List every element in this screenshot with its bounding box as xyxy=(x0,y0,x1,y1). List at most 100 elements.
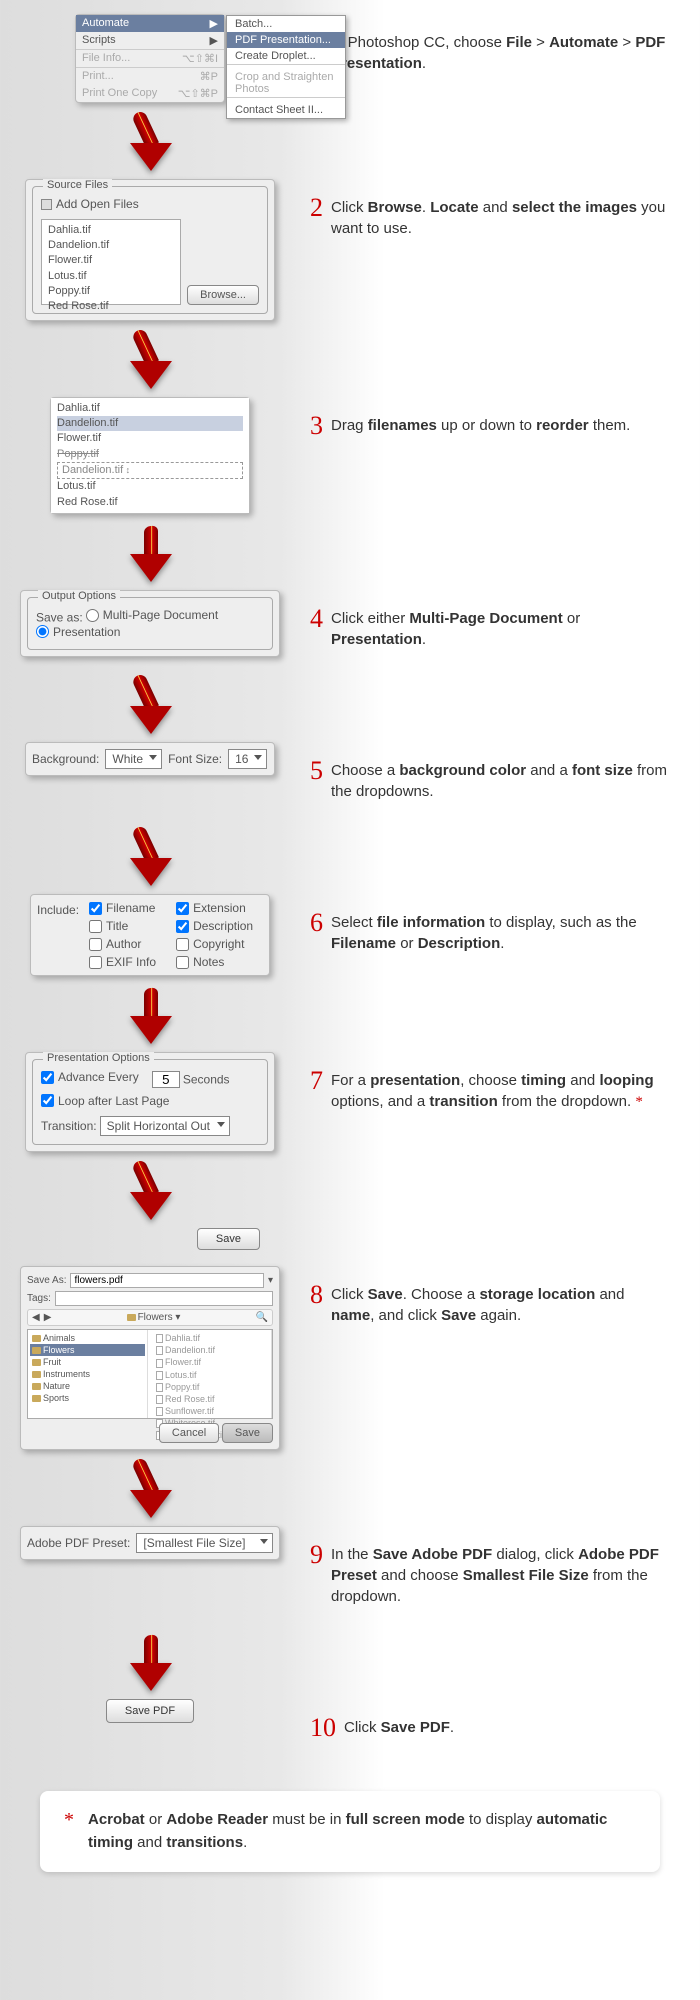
folder-row[interactable]: Animals xyxy=(30,1332,145,1344)
step-number: 9 xyxy=(310,1542,323,1568)
step5-text: Choose a background color and a font siz… xyxy=(331,758,670,802)
step-number: 2 xyxy=(310,195,323,221)
step-number: 8 xyxy=(310,1282,323,1308)
source-files-panel: Source Files Add Open Files Dahlia.tif D… xyxy=(25,179,275,321)
menu-scripts[interactable]: Scripts▶ xyxy=(76,32,224,49)
folder-icon xyxy=(32,1371,41,1378)
dropdown-icon[interactable]: ▾ xyxy=(268,1275,273,1286)
add-open-files-checkbox[interactable]: Add Open Files xyxy=(41,197,139,211)
submenu-crop-straighten: Crop and Straighten Photos xyxy=(227,69,345,97)
step1-text: In Photoshop CC, choose File > Automate … xyxy=(331,30,670,74)
file-listbox[interactable]: Dahlia.tif Dandelion.tif Flower.tif Lotu… xyxy=(41,219,181,305)
folder-row-selected[interactable]: Flowers xyxy=(30,1344,145,1356)
presentation-options-title: Presentation Options xyxy=(43,1052,154,1064)
shortcut: ⌥⇧⌘P xyxy=(178,87,218,100)
file-item: Dandelion.tif xyxy=(48,238,174,253)
fontsize-label: Font Size: xyxy=(168,752,222,766)
file-item[interactable]: Dahlia.tif xyxy=(57,401,243,416)
transition-label: Transition: xyxy=(41,1119,97,1133)
file-item[interactable]: Flower.tif xyxy=(57,431,243,446)
tags-label: Tags: xyxy=(27,1293,51,1304)
file-row: Lotus.tif xyxy=(154,1369,269,1381)
arrow-icon xyxy=(0,1635,300,1695)
pdf-preset-panel: Adobe PDF Preset: [Smallest File Size] xyxy=(20,1526,280,1560)
file-browser[interactable]: Animals Flowers Fruit Instruments Nature… xyxy=(27,1329,273,1419)
folder-row[interactable]: Fruit xyxy=(30,1356,145,1368)
presentation-options-panel: Presentation Options Advance Every Secon… xyxy=(25,1052,275,1152)
browse-button[interactable]: Browse... xyxy=(187,285,259,305)
file-item[interactable]: Red Rose.tif xyxy=(57,495,243,510)
reorder-listbox[interactable]: Dahlia.tif Dandelion.tif Flower.tif Popp… xyxy=(50,397,250,515)
footnote-star-icon: * xyxy=(635,1094,643,1110)
saveas-label: Save As: xyxy=(27,1275,66,1286)
step8-text: Click Save. Choose a storage location an… xyxy=(331,1282,670,1326)
add-open-files-label: Add Open Files xyxy=(56,197,139,211)
check-copyright[interactable]: Copyright xyxy=(176,937,253,951)
check-notes[interactable]: Notes xyxy=(176,955,253,969)
step-number: 10 xyxy=(310,1715,336,1741)
file-icon xyxy=(156,1371,163,1380)
check-author[interactable]: Author xyxy=(89,937,156,951)
save-button[interactable]: Save xyxy=(222,1423,273,1443)
file-item: Flower.tif xyxy=(48,253,174,268)
background-dropdown[interactable]: White xyxy=(105,749,162,769)
tags-input[interactable] xyxy=(55,1291,273,1306)
file-icon xyxy=(156,1346,163,1355)
save-pdf-button[interactable]: Save PDF xyxy=(106,1699,194,1723)
advance-seconds-input[interactable] xyxy=(152,1071,180,1088)
arrow-icon xyxy=(0,526,300,586)
radio-presentation[interactable]: Presentation xyxy=(36,625,120,639)
file-icon xyxy=(156,1395,163,1404)
saveas-label: Save as: xyxy=(36,611,83,625)
check-extension[interactable]: Extension xyxy=(176,901,253,915)
submenu-automate: Batch... PDF Presentation... Create Drop… xyxy=(226,15,346,119)
check-loop[interactable]: Loop after Last Page xyxy=(41,1094,169,1108)
cancel-button[interactable]: Cancel xyxy=(159,1423,219,1443)
location-dropdown[interactable]: Flowers xyxy=(138,1312,173,1323)
shortcut: ⌘P xyxy=(200,70,218,83)
file-icon xyxy=(156,1334,163,1343)
file-item[interactable]: Poppy.tif xyxy=(57,447,243,462)
check-title[interactable]: Title xyxy=(89,919,156,933)
menu-automate[interactable]: Automate▶ xyxy=(76,15,224,32)
submenu-arrow-icon: ▶ xyxy=(210,17,218,30)
nav-back-icon[interactable]: ◀ xyxy=(32,1312,40,1323)
file-item: Red Rose.tif xyxy=(48,299,174,314)
menu-print: Print...⌘P xyxy=(76,68,224,85)
file-row: Red Rose.tif xyxy=(154,1393,269,1405)
menu-printone: Print One Copy⌥⇧⌘P xyxy=(76,85,224,102)
submenu-create-droplet[interactable]: Create Droplet... xyxy=(227,48,345,64)
check-filename[interactable]: Filename xyxy=(89,901,156,915)
save-button[interactable]: Save xyxy=(197,1228,260,1250)
step-number: 4 xyxy=(310,606,323,632)
nav-fwd-icon[interactable]: ▶ xyxy=(44,1312,52,1323)
submenu-batch[interactable]: Batch... xyxy=(227,16,345,32)
menu-fileinfo: File Info...⌥⇧⌘I xyxy=(76,50,224,67)
folder-row[interactable]: Nature xyxy=(30,1380,145,1392)
step9-text: In the Save Adobe PDF dialog, click Adob… xyxy=(331,1542,670,1607)
fontsize-dropdown[interactable]: 16 xyxy=(228,749,267,769)
step-number: 6 xyxy=(310,910,323,936)
radio-multipage[interactable]: Multi-Page Document xyxy=(86,608,218,622)
saveas-input[interactable] xyxy=(70,1273,264,1288)
folder-row[interactable]: Sports xyxy=(30,1392,145,1404)
folder-row[interactable]: Instruments xyxy=(30,1368,145,1380)
file-row: Flower.tif xyxy=(154,1356,269,1368)
seconds-label: Seconds xyxy=(183,1073,230,1087)
menu-scripts-label: Scripts xyxy=(82,34,116,47)
check-exif[interactable]: EXIF Info xyxy=(89,955,156,969)
file-item-selected[interactable]: Dandelion.tif xyxy=(57,416,243,431)
search-icon[interactable]: 🔍 xyxy=(256,1312,268,1323)
step2-text: Click Browse. Locate and select the imag… xyxy=(331,195,670,239)
submenu-pdf-presentation[interactable]: PDF Presentation... xyxy=(227,32,345,48)
file-item[interactable]: Lotus.tif xyxy=(57,479,243,494)
file-row: Sunflower.tif xyxy=(154,1405,269,1417)
transition-dropdown[interactable]: Split Horizontal Out xyxy=(100,1116,230,1136)
pdf-preset-dropdown[interactable]: [Smallest File Size] xyxy=(136,1533,273,1553)
check-description[interactable]: Description xyxy=(176,919,253,933)
file-row: Poppy.tif xyxy=(154,1381,269,1393)
arrow-icon xyxy=(0,1164,300,1224)
folder-icon xyxy=(32,1359,41,1366)
check-advance-every[interactable]: Advance Every xyxy=(41,1070,139,1084)
file-icon xyxy=(156,1359,163,1368)
